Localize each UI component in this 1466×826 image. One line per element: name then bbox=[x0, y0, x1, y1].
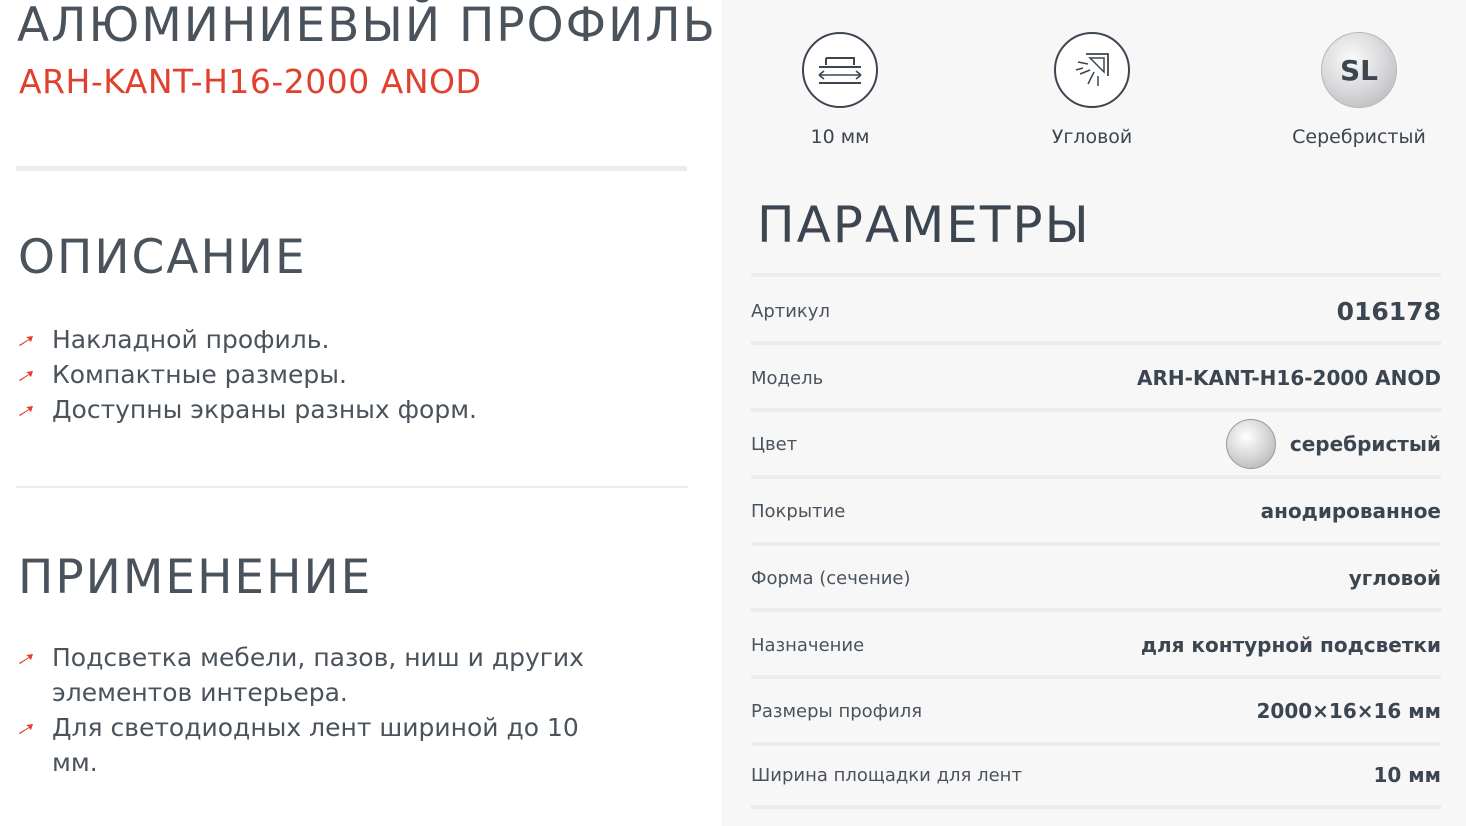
feature-color: SL Серебристый bbox=[1249, 32, 1466, 148]
silver-swatch-icon: SL bbox=[1321, 32, 1397, 108]
row-divider bbox=[751, 341, 1441, 345]
feature-strip-width: 10 мм bbox=[730, 32, 950, 148]
angle-light-icon bbox=[1054, 32, 1130, 108]
strip-width-icon bbox=[802, 32, 878, 108]
param-key: Ширина площадки для лент bbox=[751, 764, 1022, 786]
param-value: 016178 bbox=[1336, 296, 1441, 326]
param-row-purpose: Назначение для контурной подсветки bbox=[751, 615, 1441, 675]
arrow-bullet-icon bbox=[19, 724, 33, 734]
param-value: 2000×16×16 мм bbox=[1256, 699, 1441, 723]
feature-label: 10 мм bbox=[810, 126, 870, 148]
divider bbox=[16, 166, 687, 171]
list-item: Накладной профиль. bbox=[18, 322, 678, 357]
arrow-bullet-icon bbox=[19, 336, 33, 346]
param-key: Артикул bbox=[751, 300, 830, 322]
parameters-title: ПАРАМЕТРЫ bbox=[757, 196, 1091, 254]
param-value-wrap: серебристый bbox=[1225, 419, 1441, 469]
arrow-bullet-icon bbox=[19, 371, 33, 381]
row-divider bbox=[751, 608, 1441, 612]
param-key: Назначение bbox=[751, 634, 865, 656]
feature-label: Угловой bbox=[1051, 126, 1133, 148]
row-divider bbox=[751, 675, 1441, 679]
product-model: ARH-KANT-H16-2000 ANOD bbox=[19, 62, 482, 101]
param-value: серебристый bbox=[1289, 432, 1441, 456]
param-row-strip-width: Ширина площадки для лент 10 мм bbox=[751, 745, 1441, 805]
param-key: Покрытие bbox=[751, 500, 846, 522]
application-title: ПРИМЕНЕНИЕ bbox=[18, 550, 373, 605]
param-row-coating: Покрытие анодированное bbox=[751, 481, 1441, 541]
param-row-article: Артикул 016178 bbox=[751, 281, 1441, 341]
list-item: Компактные размеры. bbox=[18, 357, 678, 392]
product-title: АЛЮМИНИЕВЫЙ ПРОФИЛЬ bbox=[17, 0, 717, 53]
param-value: для контурной подсветки bbox=[1140, 633, 1441, 657]
param-row-shape: Форма (сечение) угловой bbox=[751, 548, 1441, 608]
param-key: Цвет bbox=[751, 433, 798, 455]
color-swatch-icon bbox=[1225, 419, 1276, 469]
param-value: угловой bbox=[1348, 566, 1441, 590]
row-divider bbox=[751, 805, 1441, 809]
row-divider bbox=[751, 542, 1441, 546]
list-item-text: Для светодиодных лент шириной до 10 мм. bbox=[52, 713, 579, 777]
application-list: Подсветка мебели, пазов, ниш и других эл… bbox=[18, 640, 618, 780]
feature-label: Серебристый bbox=[1292, 126, 1426, 148]
list-item: Подсветка мебели, пазов, ниш и других эл… bbox=[18, 640, 618, 710]
param-key: Модель bbox=[751, 367, 824, 389]
row-divider bbox=[751, 408, 1441, 412]
feature-shape: Угловой bbox=[982, 32, 1202, 148]
param-row-dimensions: Размеры профиля 2000×16×16 мм bbox=[751, 681, 1441, 741]
list-item: Доступны экраны разных форм. bbox=[18, 392, 678, 427]
list-item-text: Накладной профиль. bbox=[52, 325, 330, 354]
arrow-bullet-icon bbox=[19, 654, 33, 664]
list-item-text: Компактные размеры. bbox=[52, 360, 347, 389]
param-value: 10 мм bbox=[1373, 763, 1442, 787]
list-item-text: Подсветка мебели, пазов, ниш и других эл… bbox=[52, 643, 584, 707]
param-value: ARH-KANT-H16-2000 ANOD bbox=[1137, 366, 1441, 390]
description-title: ОПИСАНИЕ bbox=[18, 230, 307, 285]
list-item: Для светодиодных лент шириной до 10 мм. bbox=[18, 710, 618, 780]
param-key: Размеры профиля bbox=[751, 700, 923, 722]
param-value: анодированное bbox=[1260, 499, 1441, 523]
description-list: Накладной профиль. Компактные размеры. Д… bbox=[18, 322, 678, 427]
param-row-color: Цвет серебристый bbox=[751, 414, 1441, 474]
list-item-text: Доступны экраны разных форм. bbox=[52, 395, 477, 424]
divider bbox=[16, 486, 688, 488]
row-divider bbox=[751, 273, 1441, 277]
param-key: Форма (сечение) bbox=[751, 567, 911, 589]
arrow-bullet-icon bbox=[19, 406, 33, 416]
row-divider bbox=[751, 475, 1441, 479]
param-row-model: Модель ARH-KANT-H16-2000 ANOD bbox=[751, 348, 1441, 408]
